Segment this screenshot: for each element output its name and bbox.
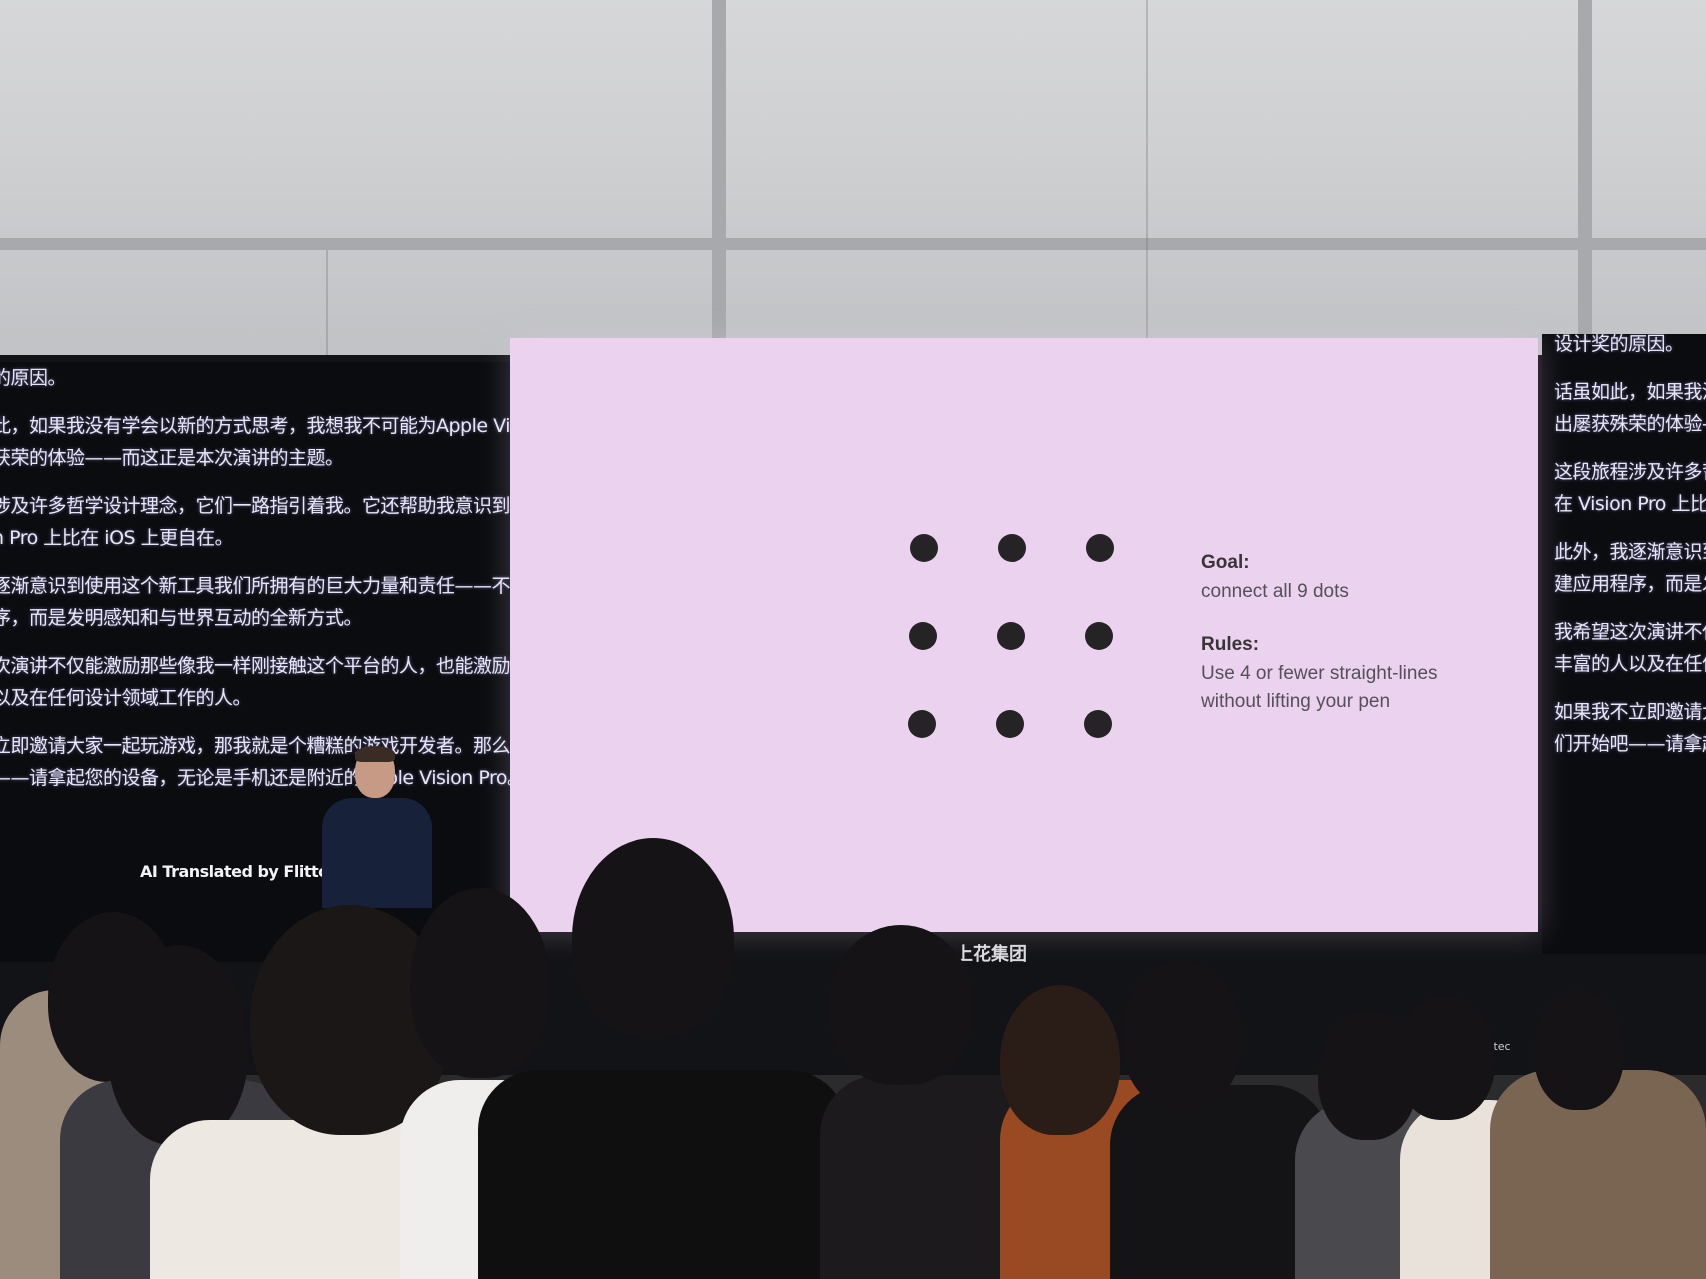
slide-dot [1084, 710, 1112, 738]
slide-dot [997, 622, 1025, 650]
audience-head [1000, 985, 1120, 1135]
tent-ceiling [0, 0, 1706, 370]
caption-line: 们开始吧——请拿起 [1554, 733, 1706, 755]
caption-line: 涉及许多哲学设计理念，它们一路指引着我。它还帮助我意识到 Blackbox [0, 495, 512, 517]
caption-line: 如果我不立即邀请大 [1554, 701, 1706, 723]
left-caption-text: 的原因。 此，如果我没有学会以新的方式思考，我想我不可能为Apple Visio… [0, 362, 512, 810]
left-caption-screen: 的原因。 此，如果我没有学会以新的方式思考，我想我不可能为Apple Visio… [0, 362, 512, 962]
caption-line: 逐渐意识到使用这个新工具我们所拥有的巨大力量和责任——不仅仅是创 [0, 575, 512, 597]
slide-dot [1085, 622, 1113, 650]
tent-seam [326, 250, 328, 360]
caption-line: 我希望这次演讲不仅 [1554, 621, 1706, 643]
caption-line: 序，而是发明感知和与世界互动的全新方式。 [0, 607, 363, 629]
caption-line: 此外，我逐渐意识到 [1554, 541, 1706, 563]
caption-line: n Pro 上比在 iOS 上更自在。 [0, 527, 234, 549]
speaker [322, 746, 432, 908]
speaker-hair [355, 746, 395, 762]
slide-dot [908, 710, 936, 738]
caption-line: 这段旅程涉及许多哲 [1554, 461, 1706, 483]
right-caption-text: 设计奖的原因。 话虽如此，如果我没 出屡获殊荣的体验— 这段旅程涉及许多哲 在 … [1554, 334, 1706, 776]
caption-line: 建应用程序，而是发 [1554, 573, 1706, 595]
caption-line: 此，如果我没有学会以新的方式思考，我想我不可能为Apple Vision Pro… [0, 415, 512, 437]
ceiling-beam [0, 238, 1706, 250]
audience-head [828, 925, 974, 1085]
caption-line: 的原因。 [0, 367, 67, 389]
sponsor-logo: 上花集团 [955, 944, 1027, 965]
caption-line: 次演讲不仅能激励那些像我一样刚接触这个平台的人，也能激励那些经验 [0, 655, 512, 677]
goal-text: connect all 9 dots [1201, 581, 1349, 602]
rules-line-1: Use 4 or fewer straight-lines [1201, 663, 1438, 684]
caption-line: 获荣的体验——而这正是本次演讲的主题。 [0, 447, 344, 469]
audience-head [410, 888, 550, 1078]
caption-line: 丰富的人以及在任何 [1554, 653, 1706, 675]
caption-line: ——请拿起您的设备，无论是手机还是附近的Apple Vision Pro。 [0, 767, 512, 789]
slide-dot [909, 622, 937, 650]
ceiling-post [712, 0, 726, 360]
caption-line: 出屡获殊荣的体验— [1554, 413, 1706, 435]
caption-line: 以及在任何设计领域工作的人。 [0, 687, 252, 709]
audience-head [1122, 960, 1242, 1110]
audience-torso [478, 1070, 848, 1279]
speaker-body [322, 798, 432, 908]
ceiling-post [1578, 0, 1592, 340]
caption-line: 设计奖的原因。 [1554, 334, 1684, 355]
rules-line-2: without lifting your pen [1201, 691, 1391, 712]
audience-head [1534, 990, 1624, 1110]
goal-title: Goal: [1201, 552, 1250, 573]
tent-seam [1146, 0, 1148, 350]
caption-line: 话虽如此，如果我没 [1554, 381, 1706, 403]
slide-dot [910, 534, 938, 562]
right-caption-screen: 设计奖的原因。 话虽如此，如果我没 出屡获殊荣的体验— 这段旅程涉及许多哲 在 … [1542, 334, 1706, 954]
audience-head [1395, 995, 1495, 1120]
caption-line: 立即邀请大家一起玩游戏，那我就是个糟糕的游戏开发者。那么，让我 [0, 735, 512, 757]
audience-head [572, 838, 734, 1038]
caption-line: 在 Vision Pro 上比在 [1554, 493, 1706, 515]
translation-credit: AI Translated by Flitto [140, 862, 329, 881]
slide-dot [996, 710, 1024, 738]
slide-dot [998, 534, 1026, 562]
slide-dot [1086, 534, 1114, 562]
audience-head [108, 945, 248, 1145]
rules-title: Rules: [1201, 634, 1260, 655]
